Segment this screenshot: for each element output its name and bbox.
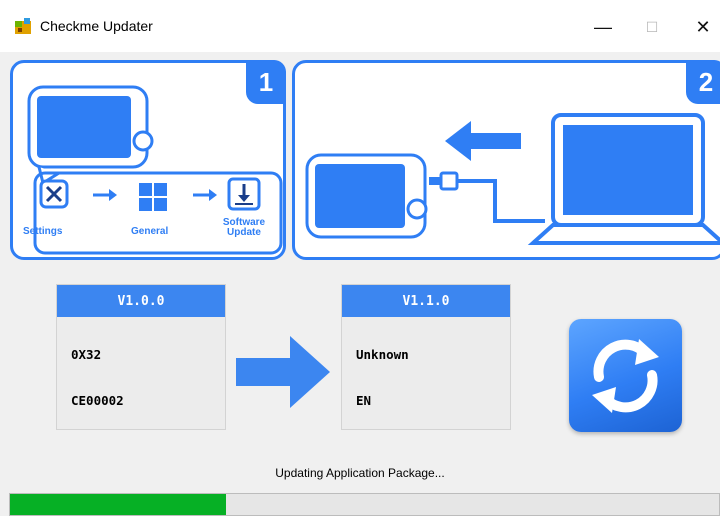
new-version-language: EN [356,393,372,408]
window-title: Checkme Updater [40,18,153,34]
current-version-serial: CE00002 [71,393,124,408]
status-text: Updating Application Package... [275,466,445,480]
software-update-label: Software Update [219,218,269,238]
current-version-panel: V1.0.0 0X32 CE00002 [56,284,226,430]
step-2-panel: 2 [292,60,720,260]
tools-icon [39,179,69,209]
update-label: Update [227,227,261,238]
close-icon: ✕ [695,16,711,37]
arrow-left-icon [445,121,521,161]
minimize-icon: — [594,16,612,37]
app-icon [15,18,31,34]
step-1-panel: 1 Settings General Software Update [10,60,286,260]
close-button[interactable]: ✕ [683,10,720,44]
maximize-button[interactable]: ☐ [632,10,672,44]
current-version-header: V1.0.0 [57,285,225,317]
settings-label: Settings [23,226,63,237]
sync-icon [592,339,659,413]
device-icon [305,153,428,239]
step-2-illustration [305,113,720,245]
title-bar: Checkme Updater — ☐ ✕ [0,0,720,52]
general-label: General [131,226,169,237]
arrow-right-icon [236,336,330,408]
minimize-button[interactable]: — [583,10,623,44]
usb-cable-icon [429,171,545,223]
progress-bar-fill [10,494,227,515]
arrow-right-icon [193,189,217,201]
new-version-hardware: Unknown [356,347,409,362]
new-version-panel: V1.1.0 Unknown EN [341,284,511,430]
laptop-icon [527,113,720,245]
windows-logo-icon [139,183,167,211]
download-icon [227,177,261,211]
new-version-header: V1.1.0 [342,285,510,317]
progress-bar [9,493,720,516]
arrow-right-icon [93,189,117,201]
maximize-icon: ☐ [645,18,659,35]
current-version-hardware: 0X32 [71,347,102,362]
update-button[interactable] [569,319,682,432]
device-icon [27,85,154,169]
